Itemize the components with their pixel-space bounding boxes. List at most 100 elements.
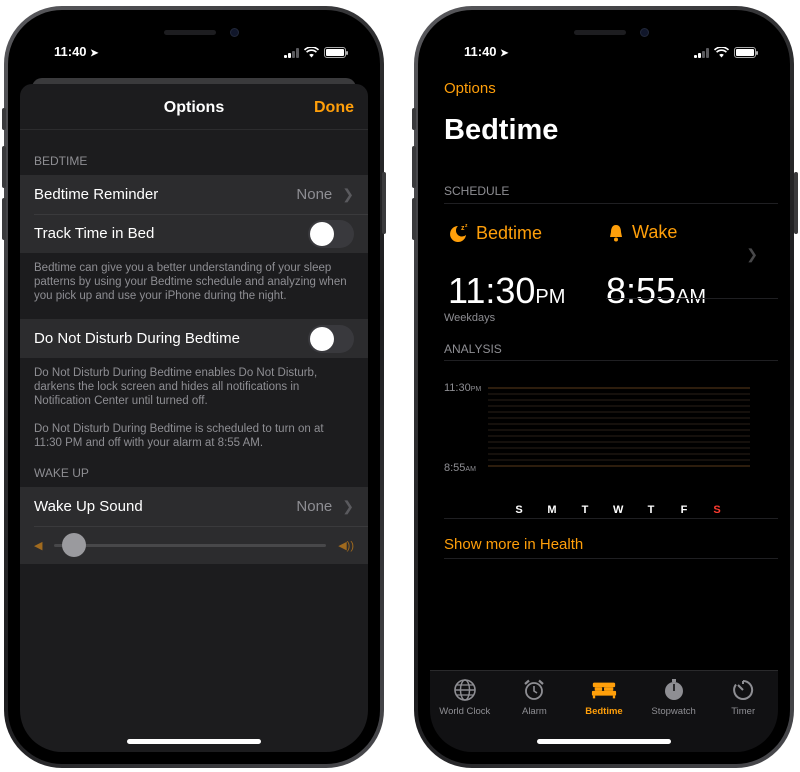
divider	[444, 518, 778, 519]
volume-slider[interactable]	[54, 532, 327, 557]
battery-icon	[734, 47, 758, 58]
status-bar: 11:40 ➤	[20, 44, 368, 64]
chart-grid	[488, 387, 750, 467]
tab-world-clock[interactable]: World Clock	[430, 671, 500, 752]
volume-down-button	[412, 198, 416, 240]
day-label: W	[613, 504, 624, 516]
tab-label: World Clock	[439, 706, 491, 717]
bedtime-settings-group: Bedtime Reminder None ❯ Track Time in Be…	[20, 175, 368, 253]
home-indicator	[127, 739, 261, 744]
day-label: M	[547, 504, 557, 516]
timer-icon	[730, 677, 756, 703]
wake-heading: Wake	[606, 222, 677, 243]
cellular-signal-icon	[694, 47, 709, 58]
wake-time: 8:55AM	[606, 270, 706, 312]
volume-up-button	[2, 146, 6, 188]
options-screen: 11:40 ➤ Options Done BEDTIME Bedtime Rem…	[20, 22, 368, 752]
y-axis-top-label: 11:30PM	[444, 382, 482, 394]
wake-heading-label: Wake	[632, 222, 678, 242]
wifi-icon	[304, 47, 319, 58]
page-title: Bedtime	[444, 114, 559, 146]
day-label: T	[647, 504, 655, 516]
wake-up-sound-value: None	[296, 498, 333, 515]
day-label: S	[713, 504, 721, 516]
tab-label: Alarm	[521, 706, 547, 717]
volume-high-icon: ◀))	[338, 539, 354, 552]
wake-up-section-label: WAKE UP	[34, 466, 89, 480]
day-label: T	[581, 504, 589, 516]
mute-switch	[2, 108, 6, 130]
divider	[606, 298, 778, 299]
status-time: 11:40 ➤	[54, 44, 99, 59]
bedtime-reminder-label: Bedtime Reminder	[34, 186, 159, 203]
day-label: F	[680, 504, 688, 516]
options-link[interactable]: Options	[444, 80, 496, 97]
cellular-signal-icon	[284, 47, 299, 58]
volume-low-icon: ◀	[34, 539, 43, 552]
tab-label: Timer	[731, 706, 756, 717]
day-label: S	[515, 504, 523, 516]
bedtime-ampm: PM	[535, 286, 566, 308]
schedule-section-label: SCHEDULE	[444, 184, 510, 198]
moon-zzz-icon: zz	[450, 223, 468, 242]
battery-icon	[324, 47, 348, 58]
wifi-icon	[714, 47, 729, 58]
weekdays-label: Weekdays	[444, 312, 496, 324]
track-time-toggle[interactable]	[308, 219, 354, 248]
tab-label: Bedtime	[585, 706, 623, 717]
volume-down-button	[2, 198, 6, 240]
bell-icon	[610, 224, 622, 241]
track-time-label: Track Time in Bed	[34, 225, 155, 242]
left-phone-bezel: 11:40 ➤ Options Done BEDTIME Bedtime Rem…	[8, 10, 380, 764]
bedtime-time: 11:30PM	[448, 270, 565, 312]
dnd-toggle[interactable]	[308, 324, 354, 353]
chevron-right-icon: ❯	[342, 498, 354, 514]
bedtime-reminder-row[interactable]: Bedtime Reminder None ❯	[20, 175, 368, 214]
track-time-row: Track Time in Bed	[20, 214, 368, 253]
camera-icon	[230, 28, 239, 37]
tab-label: Stopwatch	[651, 706, 696, 717]
divider	[444, 558, 778, 559]
status-bar: 11:40 ➤	[430, 44, 778, 64]
home-indicator	[537, 739, 671, 744]
status-time: 11:40 ➤	[464, 44, 509, 59]
dnd-label: Do Not Disturb During Bedtime	[34, 330, 240, 347]
chevron-right-icon: ❯	[746, 246, 758, 262]
dnd-row: Do Not Disturb During Bedtime	[20, 319, 368, 358]
dnd-footnote: Do Not Disturb During Bedtime enables Do…	[34, 367, 318, 407]
bedtime-time-value: 11:30	[448, 270, 536, 311]
divider	[444, 360, 778, 361]
y-axis-bottom-label: 8:55AM	[444, 462, 476, 474]
sleep-analysis-chart: 11:30PM 8:55AM S M T W T F S	[444, 382, 764, 516]
tab-timer[interactable]: Timer	[708, 671, 778, 752]
side-button	[382, 172, 386, 234]
location-arrow-icon: ➤	[90, 48, 99, 59]
camera-icon	[640, 28, 649, 37]
svg-text:z: z	[465, 223, 468, 229]
toggle-knob	[310, 221, 334, 246]
mute-switch	[412, 108, 416, 130]
track-time-footnote: Bedtime can give you a better understand…	[34, 262, 347, 302]
analysis-section-label: ANALYSIS	[444, 342, 502, 356]
status-icons	[694, 47, 758, 58]
volume-up-button	[412, 146, 416, 188]
bedtime-reminder-value: None	[296, 186, 333, 203]
dnd-schedule-footnote: Do Not Disturb During Bedtime is schedul…	[34, 423, 324, 449]
wake-up-settings-group: Wake Up Sound None ❯ ◀ ◀))	[20, 487, 368, 564]
right-phone-frame: 11:40 ➤ Options Bedtime SCHEDULE zz Bedt…	[414, 6, 794, 768]
show-more-in-health-link[interactable]: Show more in Health	[444, 536, 583, 553]
bed-icon	[591, 677, 617, 703]
volume-slider-thumb[interactable]	[62, 532, 87, 557]
side-button	[794, 172, 798, 234]
wake-up-sound-label: Wake Up Sound	[34, 498, 143, 515]
location-arrow-icon: ➤	[500, 48, 509, 59]
sheet-header: Options Done	[20, 84, 368, 130]
bedtime-heading-label: Bedtime	[476, 222, 543, 243]
stopwatch-icon	[661, 677, 687, 703]
wake-time-value: 8:55	[606, 270, 677, 311]
status-icons	[284, 47, 348, 58]
wake-up-sound-row[interactable]: Wake Up Sound None ❯	[20, 487, 368, 526]
done-button[interactable]: Done	[314, 99, 354, 117]
options-sheet: Options Done BEDTIME Bedtime Reminder No…	[20, 84, 368, 752]
divider	[444, 203, 778, 204]
